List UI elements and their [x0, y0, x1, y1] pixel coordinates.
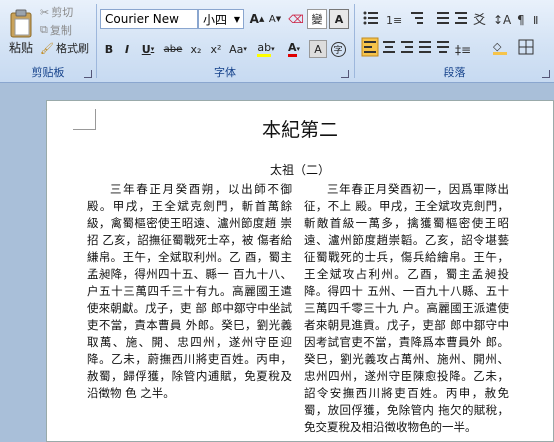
copy-icon: ⧉ [40, 23, 48, 36]
subscript-button[interactable]: x₂ [187, 40, 205, 58]
cut-button[interactable]: ✂ 剪切 [40, 4, 73, 20]
font-name-value: Courier New [105, 12, 179, 26]
copy-label: 复制 [49, 24, 72, 37]
paragraph-tools-icon: 1≡ 爻 ↕A ¶ Ⅱ ‡≡ ◇ [361, 11, 538, 57]
svg-text:1≡: 1≡ [386, 14, 402, 27]
right-paragraph: 三年春正月癸酉初一，因爲軍隊出征，不上 殿。甲戌，王全斌攻克劍門，斬敵首級一萬多… [304, 182, 509, 434]
subscript-label: x₂ [190, 42, 202, 56]
highlighter-icon: ab [257, 41, 272, 57]
page-title: 本紀第二 [261, 119, 338, 141]
font-color-icon: A [287, 41, 297, 57]
page-subtitle: 太祖（二） [269, 163, 330, 177]
clipboard-group-label: 剪贴板 [31, 66, 65, 79]
char-border-button[interactable]: A [329, 9, 349, 29]
document-page[interactable]: 本紀第二 太祖（二） 三年春正月癸酉朔，以出師不御殿。甲戌，王全斌克劍門，斬首萬… [46, 100, 554, 442]
svg-text:↕A: ↕A [493, 13, 512, 27]
paste-icon [10, 9, 32, 37]
format-painter-button[interactable]: 🖌 格式刷 [40, 40, 89, 56]
right-column-text[interactable]: 三年春正月癸酉初一，因爲軍隊出征，不上 殿。甲戌，王全斌攻克劍門，斬敵首級一萬多… [304, 181, 509, 436]
shrink-font-button[interactable]: A ▼ [267, 9, 283, 29]
paragraph-group-label: 段落 [443, 66, 466, 79]
italic-button[interactable]: I [119, 40, 135, 58]
superscript-button[interactable]: x² [207, 40, 225, 58]
left-column-text[interactable]: 三年春正月癸酉朔，以出師不御殿。甲戌，王全斌克劍門，斬首萬餘 級，禽蜀樞密使王昭… [87, 181, 292, 402]
clear-format-button[interactable]: ⌫ [287, 9, 305, 29]
bold-label: B [104, 42, 114, 56]
font-size-field[interactable]: 小四 ▼ [198, 9, 244, 29]
brush-icon: 🖌 [40, 41, 54, 55]
svg-text:¶: ¶ [517, 13, 525, 27]
underline-label: U [141, 42, 151, 56]
superscript-label: x² [210, 42, 222, 56]
clipboard-group: 粘贴 ✂ 剪切 ⧉ 复制 🖌 格式刷 剪贴板 [0, 0, 96, 82]
change-case-label: Aa [229, 42, 244, 56]
font-group: Courier New 小四 ▼ A ▲ A ▼ ⌫ 變 A B I U ▾ abe … [97, 0, 353, 82]
paragraph-launcher-icon[interactable] [542, 70, 550, 78]
char-shading-button[interactable]: A [309, 40, 327, 58]
paste-button[interactable]: 粘贴 [4, 4, 38, 60]
ribbon: 粘贴 ✂ 剪切 ⧉ 复制 🖌 格式刷 剪贴板 Courier New 小四 ▼ … [0, 0, 554, 83]
eraser-icon: ⌫ [288, 12, 304, 26]
paste-label: 粘贴 [8, 40, 33, 55]
char-border-label: A [334, 12, 344, 26]
svg-text:爻: 爻 [473, 13, 486, 28]
format-painter-label: 格式刷 [55, 42, 89, 55]
left-paragraph: 三年春正月癸酉朔，以出師不御殿。甲戌，王全斌克劍門，斬首萬餘 級，禽蜀樞密使王昭… [87, 182, 292, 400]
font-name-field[interactable]: Courier New [100, 9, 198, 29]
italic-label: I [124, 42, 130, 56]
paragraph-group: 1≡ 爻 ↕A ¶ Ⅱ ‡≡ ◇ 段落 [355, 0, 554, 82]
grow-font-button[interactable]: A ▲ [249, 9, 265, 29]
change-case-button[interactable]: Aa ▾ [227, 40, 249, 58]
font-launcher-icon[interactable] [341, 70, 349, 78]
grow-font-label: A [249, 12, 259, 26]
strikethrough-button[interactable]: abe [161, 40, 185, 58]
clipboard-launcher-icon[interactable] [84, 70, 92, 78]
bold-button[interactable]: B [101, 40, 117, 58]
chevron-down-icon[interactable]: ▼ [234, 15, 240, 24]
font-color-button[interactable]: A ▾ [281, 40, 307, 58]
strikethrough-label: abe [163, 43, 183, 55]
copy-button[interactable]: ⧉ 复制 [40, 22, 72, 38]
font-size-value: 小四 [203, 12, 228, 27]
wen-label: 變 [311, 13, 323, 26]
highlight-button[interactable]: ab ▾ [253, 40, 279, 58]
svg-text:Ⅱ: Ⅱ [533, 14, 538, 27]
enclose-char-button[interactable]: 字 [329, 40, 347, 58]
underline-button[interactable]: U ▾ [137, 40, 159, 58]
font-group-label: 字体 [214, 66, 236, 79]
char-shading-label: A [314, 42, 322, 56]
svg-text:◇: ◇ [493, 40, 502, 53]
shrink-font-label: A [268, 13, 276, 25]
scissors-icon: ✂ [40, 5, 50, 19]
svg-text:‡≡: ‡≡ [455, 43, 471, 57]
cut-label: 剪切 [51, 6, 74, 19]
enclosed-char-icon: 字 [330, 41, 346, 57]
wen-button[interactable]: 變 [307, 9, 327, 29]
